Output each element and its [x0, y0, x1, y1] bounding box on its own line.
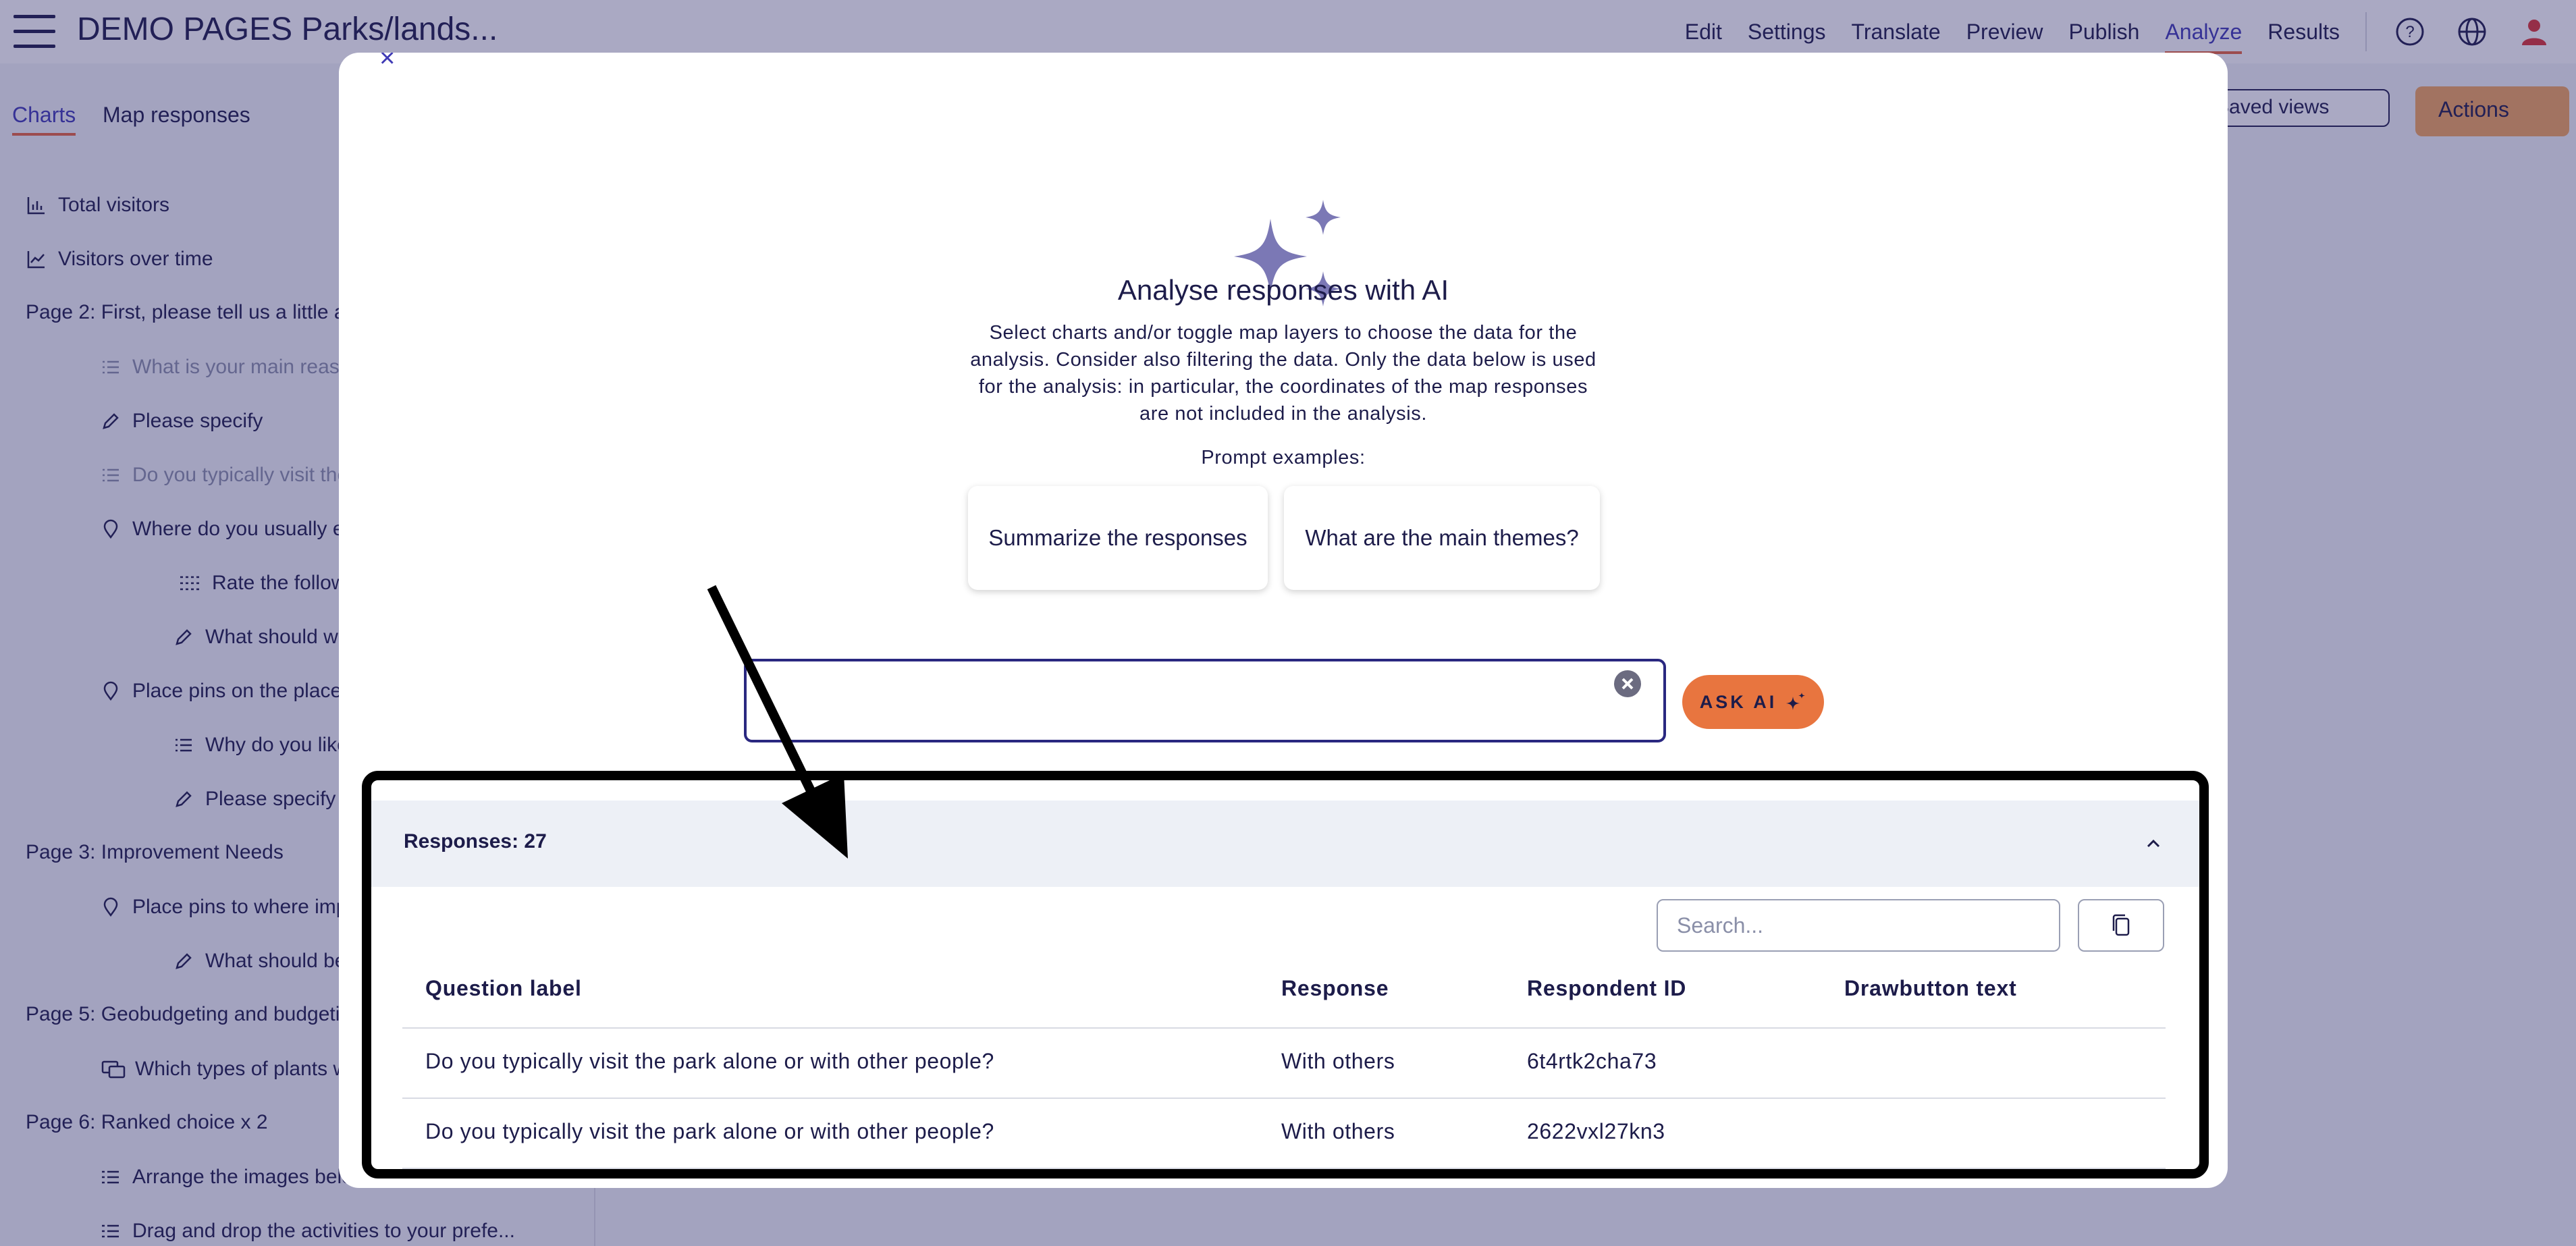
ask-ai-label: ASK AI: [1699, 691, 1777, 712]
clear-input-icon[interactable]: [1613, 670, 1642, 698]
prompt-example-summarize[interactable]: Summarize the responses: [968, 486, 1268, 590]
annotation-arrow-icon: [707, 585, 848, 859]
highlight-box: [362, 771, 2209, 1179]
prompt-examples-label: Prompt examples:: [1201, 447, 1366, 468]
sparkle-small-icon: [1786, 693, 1806, 710]
ai-prompt-input[interactable]: [744, 659, 1666, 742]
modal-title: Analyse responses with AI: [1117, 274, 1449, 306]
prompt-example-themes[interactable]: What are the main themes?: [1284, 486, 1600, 590]
modal-description: Select charts and/or toggle map layers t…: [970, 322, 1596, 425]
ask-ai-button[interactable]: ASK AI: [1682, 675, 1824, 729]
close-icon[interactable]: ×: [379, 53, 395, 74]
